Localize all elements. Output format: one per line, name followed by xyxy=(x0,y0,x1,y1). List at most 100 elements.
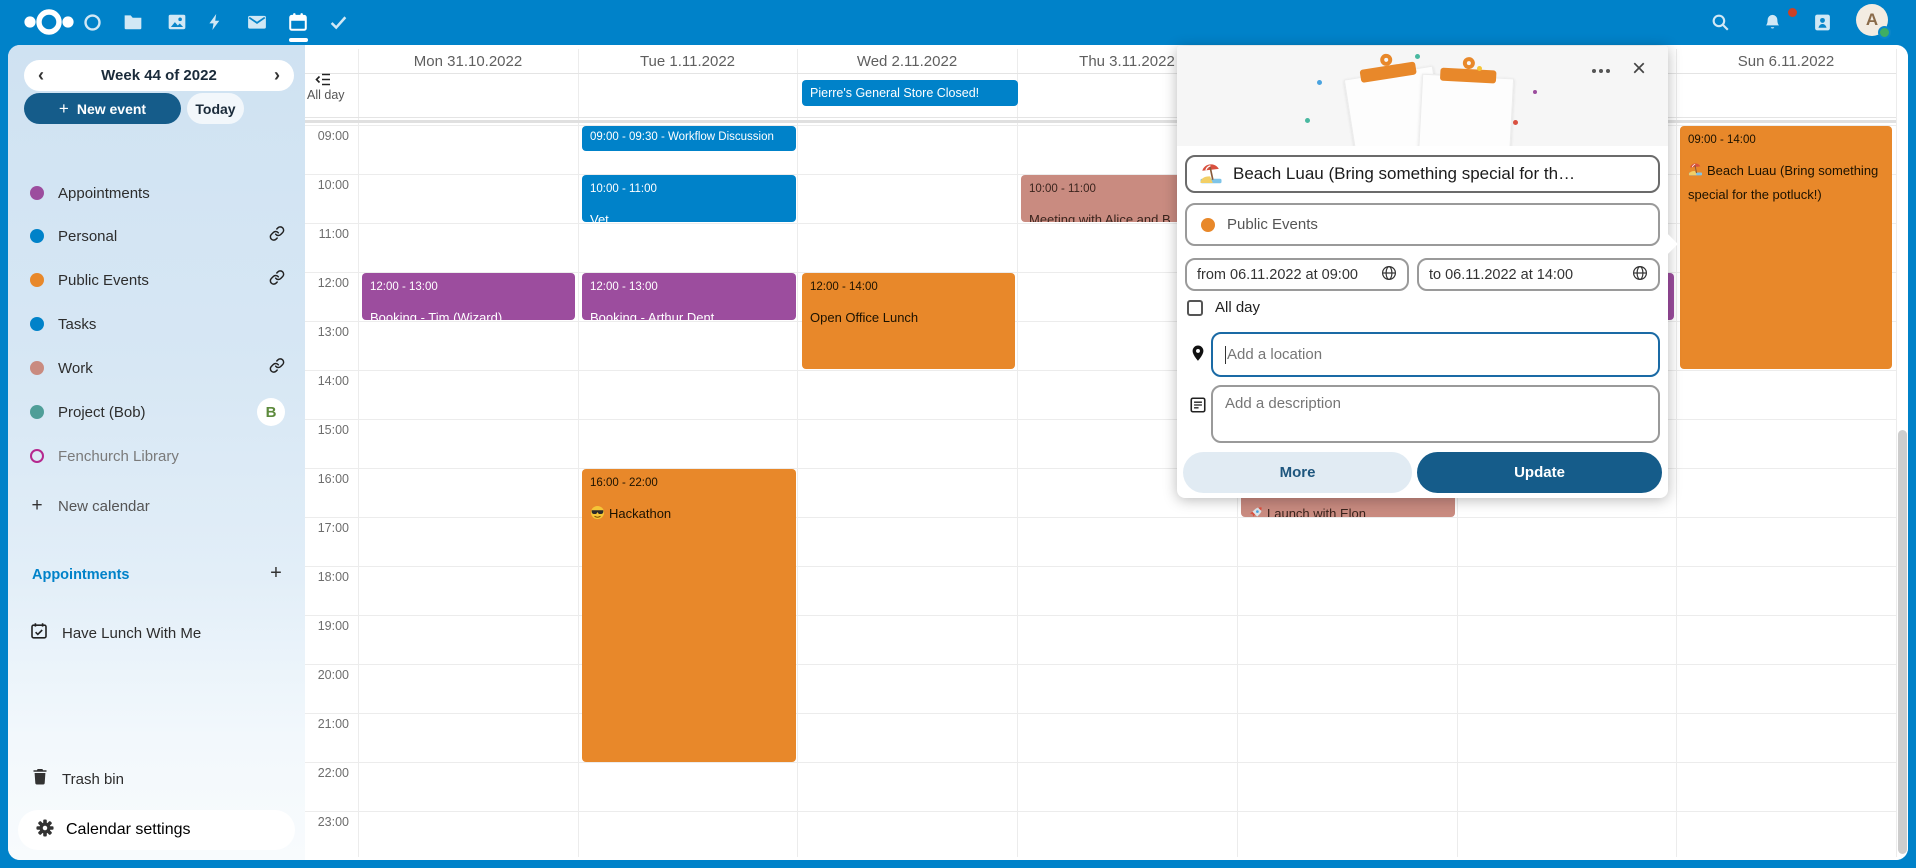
end-date-input[interactable]: to 06.11.2022 at 14:00 xyxy=(1417,258,1660,291)
event-beach-luau[interactable]: 09:00 - 14:00 Beach Luau (Bring somethin… xyxy=(1680,126,1892,369)
trash-icon xyxy=(32,768,48,790)
beach-emoji-icon xyxy=(1688,162,1703,177)
hour-label: 14:00 xyxy=(305,374,349,388)
calendar-settings-button[interactable]: Calendar settings xyxy=(18,810,295,850)
next-week-button[interactable]: › xyxy=(262,60,292,91)
dashboard-icon[interactable] xyxy=(75,5,109,39)
event-vet[interactable]: 10:00 - 11:00 Vet xyxy=(582,175,796,222)
hour-label: 13:00 xyxy=(305,325,349,339)
online-status-dot xyxy=(1878,26,1891,39)
sidebar-item-appointments[interactable]: Appointments xyxy=(16,173,297,213)
calendar-color-dot xyxy=(30,405,44,419)
page: A ‹ Week 44 of 2022 › + New event Today … xyxy=(0,0,1916,868)
calendar-picker-value: Public Events xyxy=(1227,216,1318,233)
close-icon[interactable]: × xyxy=(1624,54,1654,84)
calendar-picker[interactable]: Public Events xyxy=(1185,203,1660,246)
previous-week-button[interactable]: ‹ xyxy=(26,60,56,91)
notifications-bell-icon[interactable] xyxy=(1755,5,1789,39)
hour-label: 12:00 xyxy=(305,276,349,290)
appointments-heading: Appointments xyxy=(32,567,129,583)
rocket-emoji-icon xyxy=(1249,506,1263,517)
location-input[interactable]: Add a location xyxy=(1211,332,1660,377)
calendar-color-dot xyxy=(30,273,44,287)
avatar-letter: A xyxy=(1866,10,1878,30)
photos-icon[interactable] xyxy=(160,5,194,39)
calendar-color-dot xyxy=(1201,218,1215,232)
sidebar-item-personal[interactable]: Personal xyxy=(16,216,297,256)
calendar-color-dot xyxy=(30,361,44,375)
hour-label: 16:00 xyxy=(305,472,349,486)
today-button[interactable]: Today xyxy=(187,93,244,124)
nextcloud-logo[interactable] xyxy=(18,5,80,39)
event-editor-popup: × Beach Luau (Bring something special fo… xyxy=(1177,46,1668,498)
active-app-indicator xyxy=(289,38,308,42)
event-booking-tim[interactable]: 12:00 - 13:00 Booking - Tim (Wizard) xyxy=(362,273,575,320)
hour-label: 18:00 xyxy=(305,570,349,584)
shared-link-icon xyxy=(269,226,285,247)
trash-bin-button[interactable]: Trash bin xyxy=(16,761,313,797)
calendar-color-dot xyxy=(30,449,44,463)
new-calendar-button[interactable]: + New calendar xyxy=(16,486,297,526)
calendar-color-dot xyxy=(30,229,44,243)
topbar: A xyxy=(0,0,1916,45)
event-hackathon[interactable]: 16:00 - 22:00 Hackathon xyxy=(582,469,796,762)
hour-label: 19:00 xyxy=(305,619,349,633)
description-input[interactable]: Add a description xyxy=(1211,385,1660,443)
timezone-globe-icon[interactable] xyxy=(1381,265,1397,285)
timezone-globe-icon[interactable] xyxy=(1632,265,1648,285)
event-pierres-store-closed[interactable]: Pierre's General Store Closed! xyxy=(802,80,1018,106)
event-booking-arthur[interactable]: 12:00 - 13:00 Booking - Arthur Dent xyxy=(582,273,796,320)
hour-label: 21:00 xyxy=(305,717,349,731)
tasks-icon[interactable] xyxy=(321,5,355,39)
calendar-color-dot xyxy=(30,186,44,200)
day-header-wed: Wed 2.11.2022 xyxy=(797,50,1017,72)
event-title-input[interactable]: Beach Luau (Bring something special for … xyxy=(1185,155,1660,193)
grid-line xyxy=(1896,49,1897,857)
sidebar-item-public-events[interactable]: Public Events xyxy=(16,260,297,300)
popup-more-actions-icon[interactable] xyxy=(1586,58,1616,84)
new-event-button[interactable]: + New event xyxy=(24,93,181,124)
hour-label: 09:00 xyxy=(305,129,349,143)
sunglasses-emoji-icon xyxy=(590,505,605,520)
hour-label: 15:00 xyxy=(305,423,349,437)
calendar-color-dot xyxy=(30,317,44,331)
contacts-icon[interactable] xyxy=(1805,5,1839,39)
day-header-sun: Sun 6.11.2022 xyxy=(1676,50,1896,72)
appointment-item-have-lunch[interactable]: Have Lunch With Me xyxy=(16,615,311,651)
sidebar: ‹ Week 44 of 2022 › + New event Today Ap… xyxy=(8,45,305,860)
hour-label: 22:00 xyxy=(305,766,349,780)
sidebar-item-fenchurch-library[interactable]: Fenchurch Library xyxy=(16,436,297,476)
sidebar-item-project-bob[interactable]: Project (Bob) B xyxy=(16,392,297,432)
plus-icon: + xyxy=(30,495,44,517)
text-caret xyxy=(1225,346,1226,364)
event-open-office-lunch[interactable]: 12:00 - 14:00 Open Office Lunch xyxy=(802,273,1015,369)
hour-label: 17:00 xyxy=(305,521,349,535)
activity-icon[interactable] xyxy=(198,5,232,39)
day-header-tue: Tue 1.11.2022 xyxy=(578,50,797,72)
plus-icon: + xyxy=(59,99,69,119)
update-button[interactable]: Update xyxy=(1417,452,1662,493)
hour-label: 20:00 xyxy=(305,668,349,682)
all-day-label: All day xyxy=(307,88,345,102)
event-title-value: Beach Luau (Bring something special for … xyxy=(1233,164,1575,184)
sidebar-item-work[interactable]: Work xyxy=(16,348,297,388)
week-switcher: ‹ Week 44 of 2022 › xyxy=(24,60,294,91)
vertical-scrollbar[interactable] xyxy=(1898,430,1907,854)
beach-emoji-icon xyxy=(1199,162,1223,186)
more-button[interactable]: More xyxy=(1183,452,1412,493)
shared-link-icon xyxy=(269,358,285,379)
week-label: Week 44 of 2022 xyxy=(101,67,217,84)
hour-label: 11:00 xyxy=(305,227,349,241)
mail-icon[interactable] xyxy=(240,5,274,39)
event-workflow-discussion[interactable]: 09:00 - 09:30 - Workflow Discussion xyxy=(582,126,796,151)
calendar-app-icon[interactable] xyxy=(281,5,315,39)
search-icon[interactable] xyxy=(1703,5,1737,39)
description-icon xyxy=(1189,396,1209,416)
start-date-input[interactable]: from 06.11.2022 at 09:00 xyxy=(1185,258,1409,291)
all-day-checkbox-row[interactable]: All day xyxy=(1187,299,1260,316)
add-appointment-button[interactable]: + xyxy=(260,557,292,589)
all-day-checkbox[interactable] xyxy=(1187,300,1203,316)
sidebar-item-tasks[interactable]: Tasks xyxy=(16,304,297,344)
files-icon[interactable] xyxy=(116,5,150,39)
notification-badge xyxy=(1788,8,1797,17)
